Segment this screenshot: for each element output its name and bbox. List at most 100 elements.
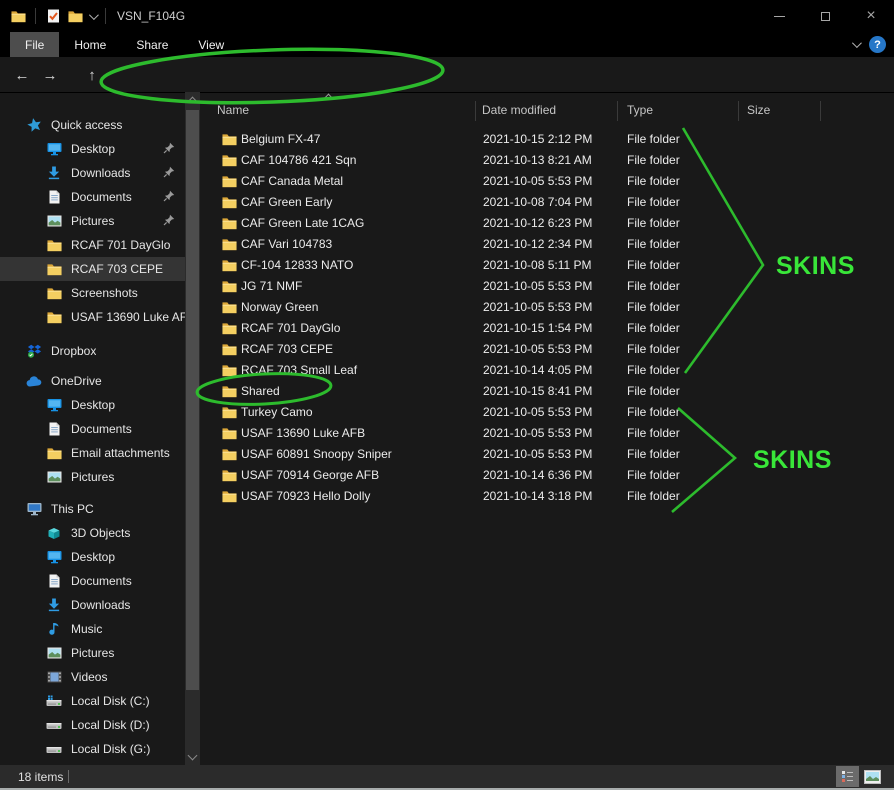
sidebar-item-usaf-13690-luke-afb[interactable]: USAF 13690 Luke AFB <box>0 305 185 329</box>
sidebar-group-onedrive[interactable]: OneDrive <box>0 369 185 393</box>
file-row[interactable]: RCAF 701 DayGlo2021-10-15 1:54 PMFile fo… <box>200 318 894 339</box>
folder-icon <box>46 238 62 252</box>
sidebar-item-pictures[interactable]: Pictures <box>0 465 185 489</box>
documents-icon <box>46 190 62 204</box>
file-date-modified: 2021-10-14 6:36 PM <box>483 468 592 482</box>
sidebar-item-music[interactable]: Music <box>0 617 185 641</box>
file-row[interactable]: USAF 60891 Snoopy Sniper2021-10-05 5:53 … <box>200 444 894 465</box>
sidebar-item-pictures[interactable]: Pictures <box>0 209 185 233</box>
file-row[interactable]: CAF Green Early2021-10-08 7:04 PMFile fo… <box>200 192 894 213</box>
sidebar-item-3d-objects[interactable]: 3D Objects <box>0 521 185 545</box>
folder-icon <box>221 321 237 335</box>
scroll-down-icon[interactable] <box>188 751 198 761</box>
minimize-button[interactable] <box>756 0 802 32</box>
desktop-icon <box>46 550 62 564</box>
column-header-type[interactable]: Type <box>627 103 653 117</box>
pin-icon <box>163 214 175 229</box>
tab-home[interactable]: Home <box>59 32 121 57</box>
expand-ribbon-chevron-icon[interactable] <box>852 38 862 48</box>
properties-button[interactable] <box>45 9 61 23</box>
folder-icon <box>221 363 237 377</box>
scrollbar-thumb[interactable] <box>186 110 199 690</box>
file-name: CAF Green Late 1CAG <box>241 216 364 230</box>
sidebar-item-local-disk-c-[interactable]: Local Disk (C:) <box>0 689 185 713</box>
new-folder-button[interactable] <box>67 9 83 23</box>
sidebar-item-label: Documents <box>71 190 132 204</box>
sidebar-item-pictures[interactable]: Pictures <box>0 641 185 665</box>
customize-toolbar-chevron-icon[interactable] <box>89 10 99 20</box>
tab-view[interactable]: View <box>183 32 239 57</box>
tab-file[interactable]: File <box>10 32 59 57</box>
file-row[interactable]: CAF 104786 421 Sqn2021-10-13 8:21 AMFile… <box>200 150 894 171</box>
file-date-modified: 2021-10-05 5:53 PM <box>483 342 592 356</box>
file-row[interactable]: CF-104 12833 NATO2021-10-08 5:11 PMFile … <box>200 255 894 276</box>
sidebar-item-email-attachments[interactable]: Email attachments <box>0 441 185 465</box>
sidebar-item-local-disk-g-[interactable]: Local Disk (G:) <box>0 737 185 761</box>
sidebar-group-dropbox[interactable]: Dropbox <box>0 339 185 363</box>
divider <box>35 8 36 24</box>
sidebar-item-desktop[interactable]: Desktop <box>0 137 185 161</box>
sidebar-group-this-pc[interactable]: This PC <box>0 497 185 521</box>
sidebar-group-quick-access[interactable]: Quick access <box>0 113 185 137</box>
tab-share[interactable]: Share <box>121 32 183 57</box>
thumbnail-view-button[interactable] <box>861 766 884 787</box>
forward-button[interactable]: → <box>38 63 62 87</box>
sidebar-item-documents[interactable]: Documents <box>0 417 185 441</box>
sidebar-item-downloads[interactable]: Downloads <box>0 161 185 185</box>
divider <box>105 8 106 24</box>
file-row[interactable]: Shared2021-10-15 8:41 PMFile folder <box>200 381 894 402</box>
column-divider[interactable] <box>738 101 739 121</box>
file-row[interactable]: CAF Canada Metal2021-10-05 5:53 PMFile f… <box>200 171 894 192</box>
file-row[interactable]: USAF 13690 Luke AFB2021-10-05 5:53 PMFil… <box>200 423 894 444</box>
folder-icon <box>46 310 62 324</box>
up-button[interactable]: ↑ <box>80 63 104 87</box>
close-button[interactable]: × <box>848 0 894 32</box>
details-view-button[interactable] <box>836 766 859 787</box>
sidebar-item-rcaf-701-dayglo[interactable]: RCAF 701 DayGlo <box>0 233 185 257</box>
sidebar-scrollbar[interactable] <box>185 92 200 765</box>
sidebar-item-downloads[interactable]: Downloads <box>0 593 185 617</box>
file-row[interactable]: CAF Green Late 1CAG2021-10-12 6:23 PMFil… <box>200 213 894 234</box>
pin-icon <box>163 142 175 157</box>
sidebar-item-videos[interactable]: Videos <box>0 665 185 689</box>
desktop-icon <box>46 398 62 412</box>
sidebar-item-label: Screenshots <box>71 286 138 300</box>
column-divider[interactable] <box>617 101 618 121</box>
file-row[interactable]: USAF 70923 Hello Dolly2021-10-14 3:18 PM… <box>200 486 894 507</box>
sidebar-item-label: Local Disk (D:) <box>71 718 150 732</box>
file-row[interactable]: Belgium FX-472021-10-15 2:12 PMFile fold… <box>200 129 894 150</box>
sidebar-item-label: Desktop <box>71 398 115 412</box>
documents-icon <box>46 422 62 436</box>
file-row[interactable]: JG 71 NMF2021-10-05 5:53 PMFile folder <box>200 276 894 297</box>
sidebar-item-documents[interactable]: Documents <box>0 569 185 593</box>
file-date-modified: 2021-10-12 6:23 PM <box>483 216 592 230</box>
scroll-up-icon[interactable] <box>188 97 198 107</box>
file-type: File folder <box>627 237 680 251</box>
sidebar-item-rcaf-703-cepe[interactable]: RCAF 703 CEPE <box>0 257 185 281</box>
file-date-modified: 2021-10-15 8:41 PM <box>483 384 592 398</box>
maximize-button[interactable] <box>802 0 848 32</box>
column-divider[interactable] <box>820 101 821 121</box>
sidebar-item-documents[interactable]: Documents <box>0 185 185 209</box>
sidebar-item-desktop[interactable]: Desktop <box>0 393 185 417</box>
file-row[interactable]: RCAF 703 CEPE2021-10-05 5:53 PMFile fold… <box>200 339 894 360</box>
help-button[interactable]: ? <box>869 36 886 53</box>
back-button[interactable]: ← <box>10 63 34 87</box>
file-row[interactable]: USAF 70914 George AFB2021-10-14 6:36 PMF… <box>200 465 894 486</box>
file-type: File folder <box>627 132 680 146</box>
column-divider[interactable] <box>475 101 476 121</box>
column-header-date-modified[interactable]: Date modified <box>482 103 556 117</box>
sidebar-item-label: Local Disk (C:) <box>71 694 150 708</box>
sidebar-item-desktop[interactable]: Desktop <box>0 545 185 569</box>
sidebar-item-local-disk-d-[interactable]: Local Disk (D:) <box>0 713 185 737</box>
file-row[interactable]: Turkey Camo2021-10-05 5:53 PMFile folder <box>200 402 894 423</box>
file-date-modified: 2021-10-05 5:53 PM <box>483 447 592 461</box>
column-header-name[interactable]: Name <box>217 103 249 117</box>
file-row[interactable]: CAF Vari 1047832021-10-12 2:34 PMFile fo… <box>200 234 894 255</box>
file-row[interactable]: RCAF 703 Small Leaf2021-10-14 4:05 PMFil… <box>200 360 894 381</box>
column-header-size[interactable]: Size <box>747 103 770 117</box>
sidebar-item-screenshots[interactable]: Screenshots <box>0 281 185 305</box>
downloads-icon <box>46 598 62 612</box>
file-type: File folder <box>627 468 680 482</box>
file-row[interactable]: Norway Green2021-10-05 5:53 PMFile folde… <box>200 297 894 318</box>
